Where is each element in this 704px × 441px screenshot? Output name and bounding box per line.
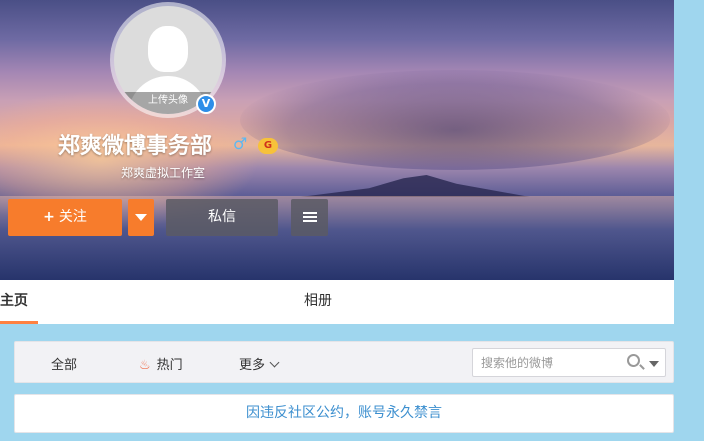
follow-dropdown-button[interactable]	[128, 199, 154, 236]
search-box	[472, 348, 666, 377]
filter-more[interactable]: 更多	[239, 354, 280, 373]
flame-icon: ♨	[139, 358, 151, 373]
profile-tabs: 主页 相册	[0, 280, 674, 324]
search-input[interactable]	[481, 353, 621, 373]
profile-subtitle: 郑爽虚拟工作室	[121, 166, 206, 180]
profile-name: 郑爽微博事务部	[58, 134, 213, 159]
filter-all[interactable]: 全部	[51, 354, 77, 373]
cover-mountain	[300, 175, 530, 197]
follow-label: 关注	[58, 209, 87, 225]
tab-home[interactable]: 主页	[0, 280, 38, 324]
search-icon[interactable]	[627, 354, 640, 367]
cover-clouds	[240, 70, 670, 170]
level-icon[interactable]: G	[258, 138, 278, 154]
male-icon: ♂	[233, 134, 248, 153]
message-button[interactable]: 私信	[166, 199, 278, 236]
plus-icon: +	[43, 209, 55, 225]
feed-filter-bar: 全部 ♨ 热门 更多	[14, 341, 674, 383]
follow-button[interactable]: + 关注	[8, 199, 122, 236]
filter-more-label: 更多	[239, 358, 266, 373]
chevron-down-icon	[269, 357, 280, 368]
menu-icon	[302, 210, 317, 224]
verified-icon: V	[196, 94, 216, 114]
filter-hot-label: 热门	[156, 358, 183, 373]
tab-album[interactable]: 相册	[304, 280, 332, 324]
search-dropdown-icon[interactable]	[649, 361, 659, 367]
avatar-head-silhouette	[148, 26, 188, 72]
more-menu-button[interactable]	[291, 199, 328, 236]
chevron-down-icon	[135, 213, 147, 221]
filter-hot[interactable]: ♨ 热门	[139, 354, 183, 373]
ban-notice: 因违反社区公约，账号永久禁言	[14, 394, 674, 433]
